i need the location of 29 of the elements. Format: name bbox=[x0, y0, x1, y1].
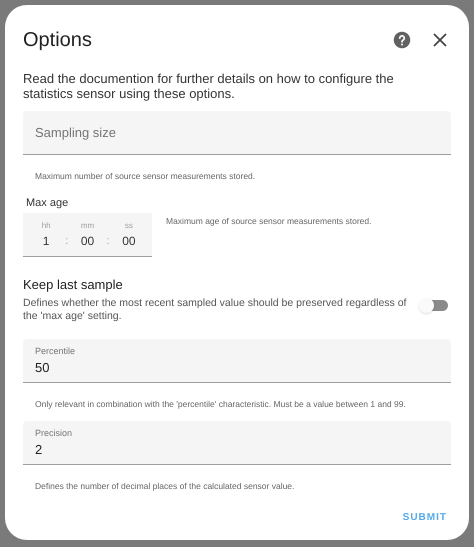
toggle-switch[interactable] bbox=[419, 298, 448, 312]
helper-text: Maximum age of source sensor measurements stored. bbox=[166, 215, 372, 228]
helper-text: Only relevant in combination with the 'percentile' characteristic. Must be a value between 1 and 99. bbox=[34, 398, 407, 410]
time-value: 00 bbox=[80, 232, 94, 250]
field-value: 2 bbox=[35, 442, 44, 456]
time-unit-label: ss bbox=[124, 220, 133, 232]
text-field[interactable]: Precision 2 bbox=[23, 420, 451, 464]
time-separator: : bbox=[106, 234, 110, 248]
helper-text: Maximum number of source sensor measurements stored. bbox=[34, 170, 256, 183]
field-label: Percentile bbox=[35, 346, 76, 357]
time-field[interactable]: hh 1 : mm 00 : ss 00 bbox=[23, 213, 152, 258]
field-label: Max age bbox=[25, 196, 70, 211]
dialog-description: Read the documention for further details on how to configure the statistics sensor using these options. bbox=[23, 71, 395, 101]
setting-title: Keep last sample bbox=[23, 276, 124, 294]
field-label: Precision bbox=[35, 428, 74, 438]
time-value: 00 bbox=[122, 232, 136, 250]
help-icon[interactable] bbox=[393, 31, 411, 49]
helper-text: Defines the number of decimal places of the calculated sensor value. bbox=[34, 480, 296, 492]
text-field[interactable]: Sampling size bbox=[23, 111, 451, 155]
field-value: 50 bbox=[35, 360, 50, 375]
setting-description: Defines whether the most recent sampled value should be preserved regardless of the 'max age' setting. bbox=[23, 296, 408, 323]
time-separator: : bbox=[65, 234, 68, 248]
dialog-title: Options bbox=[23, 28, 92, 53]
text-field[interactable]: Percentile 50 bbox=[23, 338, 451, 383]
close-icon[interactable] bbox=[433, 33, 447, 47]
time-unit-label: hh bbox=[42, 220, 51, 232]
time-unit-label: mm bbox=[80, 220, 94, 232]
time-value: 1 bbox=[42, 232, 50, 250]
field-placeholder: Sampling size bbox=[35, 124, 117, 142]
